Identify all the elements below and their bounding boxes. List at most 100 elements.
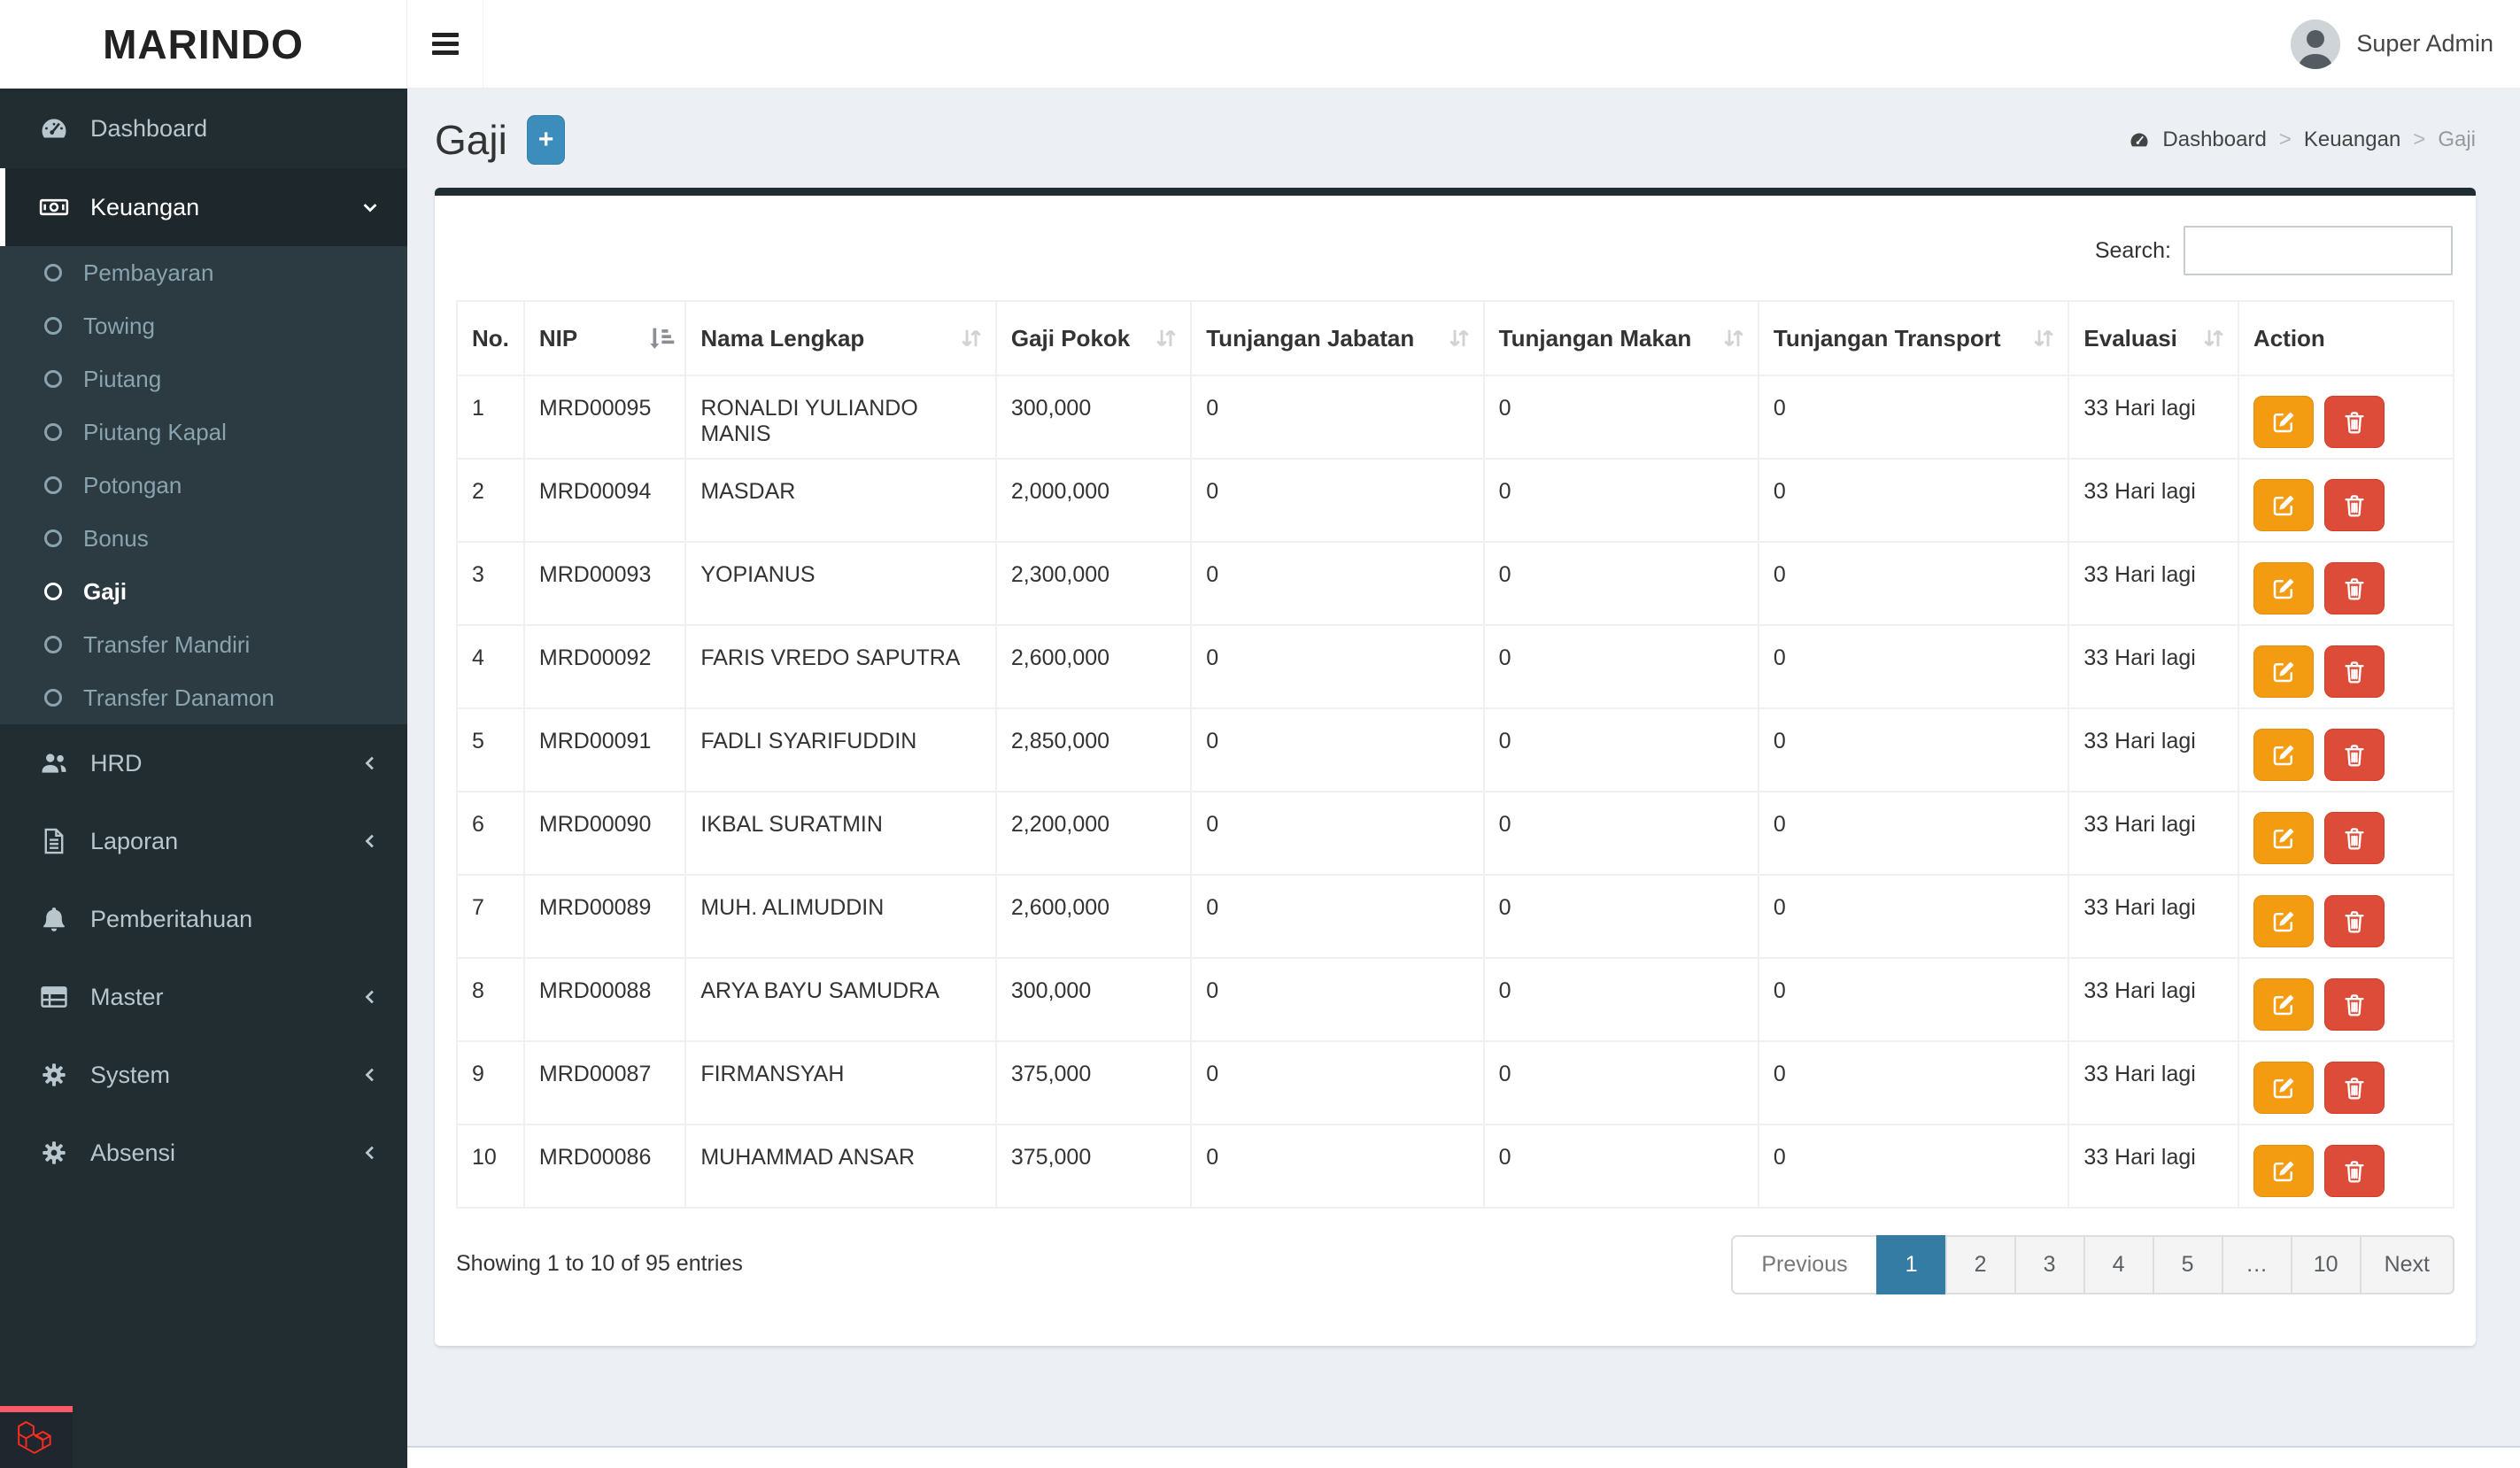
footer: Copyright © 2023 PT. PELAYARAN MARINDO P… <box>407 1446 2520 1468</box>
edit-button[interactable] <box>2253 1062 2314 1114</box>
table-row: 7 MRD00089 MUH. ALIMUDDIN 2,600,000 0 0 … <box>456 874 2455 959</box>
col-tunjangan-transport[interactable]: Tunjangan Transport <box>1757 300 2070 376</box>
cell-evaluasi: 33 Hari lagi <box>2068 624 2239 709</box>
col-nama-lengkap[interactable]: Nama Lengkap <box>684 300 997 376</box>
pagination-page-10[interactable]: 10 <box>2290 1235 2362 1294</box>
edit-button[interactable] <box>2253 645 2314 698</box>
submenu-item-piutang[interactable]: Piutang <box>0 352 407 406</box>
submenu-item-gaji[interactable]: Gaji <box>0 565 407 618</box>
col-label: Gaji Pokok <box>1010 324 1131 352</box>
col-tunjangan-jabatan[interactable]: Tunjangan Jabatan <box>1190 300 1485 376</box>
debugbar-toggle[interactable] <box>0 1406 73 1468</box>
pagination-previous[interactable]: Previous <box>1731 1235 1878 1294</box>
col-gaji-pokok[interactable]: Gaji Pokok <box>994 300 1193 376</box>
edit-button[interactable] <box>2253 729 2314 781</box>
col-label: Nama Lengkap <box>700 324 865 352</box>
trash-icon <box>2345 1160 2364 1182</box>
sidebar-item-absensi[interactable]: Absensi <box>0 1114 407 1192</box>
edit-button[interactable] <box>2253 479 2314 531</box>
cell-no: 10 <box>456 1124 525 1209</box>
delete-button[interactable] <box>2323 978 2385 1031</box>
delete-button[interactable] <box>2323 1062 2385 1114</box>
cell-nama: FARIS VREDO SAPUTRA <box>684 624 997 709</box>
pagination-page-5[interactable]: 5 <box>2152 1235 2223 1294</box>
edit-button[interactable] <box>2253 1145 2314 1197</box>
sort-up-down-icon <box>1724 329 1743 347</box>
sidebar-item-pemberitahuan[interactable]: Pemberitahuan <box>0 880 407 958</box>
edit-button[interactable] <box>2253 812 2314 864</box>
pagination-page-3[interactable]: 3 <box>2014 1235 2085 1294</box>
sidebar-item-keuangan[interactable]: Keuangan <box>0 168 407 246</box>
submenu-item-pembayaran[interactable]: Pembayaran <box>0 246 407 299</box>
table-row: 1 MRD00095 RONALDI YULIANDO MANIS 300,00… <box>456 375 2455 460</box>
delete-button[interactable] <box>2323 645 2385 698</box>
cell-tunjangan-transport: 0 <box>1757 707 2070 792</box>
file-icon <box>44 828 64 854</box>
submenu-item-potongan[interactable]: Potongan <box>0 459 407 512</box>
sidebar-item-label: Dashboard <box>90 114 208 142</box>
pagination-page-2[interactable]: 2 <box>1944 1235 2016 1294</box>
edit-button[interactable] <box>2253 895 2314 947</box>
delete-button[interactable] <box>2323 895 2385 947</box>
pagination-page-1[interactable]: 1 <box>1875 1235 1947 1294</box>
brand-logo[interactable]: MARINDO <box>0 0 407 89</box>
cell-tunjangan-transport: 0 <box>1757 1124 2070 1209</box>
delete-button[interactable] <box>2323 1145 2385 1197</box>
submenu-item-piutang-kapal[interactable]: Piutang Kapal <box>0 406 407 459</box>
edit-button[interactable] <box>2253 978 2314 1031</box>
pagination-next[interactable]: Next <box>2359 1235 2454 1294</box>
circle-icon <box>44 370 62 388</box>
cell-tunjangan-jabatan: 0 <box>1190 1124 1485 1209</box>
search-input[interactable] <box>2184 226 2453 275</box>
gear-icon <box>43 1063 66 1086</box>
delete-button[interactable] <box>2323 479 2385 531</box>
money-icon <box>39 198 69 216</box>
breadcrumb-dashboard[interactable]: Dashboard <box>2162 127 2266 152</box>
submenu-item-bonus[interactable]: Bonus <box>0 512 407 565</box>
submenu-item-towing[interactable]: Towing <box>0 299 407 352</box>
sidebar-item-laporan[interactable]: Laporan <box>0 802 407 880</box>
submenu-label: Piutang Kapal <box>83 418 227 445</box>
trash-icon <box>2345 744 2364 766</box>
cell-nip: MRD00089 <box>522 874 687 959</box>
delete-button[interactable] <box>2323 396 2385 448</box>
col-nip[interactable]: NIP <box>522 300 687 376</box>
table-icon <box>41 986 67 1008</box>
cell-no: 2 <box>456 458 525 543</box>
add-button[interactable]: + <box>526 115 566 165</box>
user-menu[interactable]: Super Admin <box>2291 19 2520 69</box>
delete-button[interactable] <box>2323 562 2385 614</box>
circle-icon <box>44 476 62 494</box>
cell-nip: MRD00093 <box>522 541 687 626</box>
submenu-item-transfer-danamon[interactable]: Transfer Danamon <box>0 671 407 724</box>
sidebar-toggle-button[interactable] <box>407 0 483 88</box>
delete-button[interactable] <box>2323 812 2385 864</box>
breadcrumb-keuangan[interactable]: Keuangan <box>2304 127 2400 152</box>
delete-button[interactable] <box>2323 729 2385 781</box>
sort-up-down-icon <box>2034 329 2054 347</box>
col-label: Tunjangan Makan <box>1498 324 1692 352</box>
user-name: Super Admin <box>2356 30 2493 57</box>
submenu-item-transfer-mandiri[interactable]: Transfer Mandiri <box>0 618 407 671</box>
cell-tunjangan-jabatan: 0 <box>1190 624 1485 709</box>
cell-tunjangan-makan: 0 <box>1482 375 1759 460</box>
sidebar-item-master[interactable]: Master <box>0 958 407 1036</box>
edit-button[interactable] <box>2253 396 2314 448</box>
pencil-square-icon <box>2273 911 2294 931</box>
submenu-label: Pembayaran <box>83 259 214 286</box>
cell-nip: MRD00087 <box>522 1040 687 1125</box>
cell-nama: MUH. ALIMUDDIN <box>684 874 997 959</box>
breadcrumb-separator: > <box>2278 127 2292 151</box>
sort-up-down-icon <box>1449 329 1469 347</box>
cell-evaluasi: 33 Hari lagi <box>2068 375 2239 460</box>
sidebar-item-dashboard[interactable]: Dashboard <box>0 89 407 168</box>
sidebar-item-hrd[interactable]: HRD <box>0 724 407 802</box>
pencil-square-icon <box>2273 495 2294 515</box>
col-evaluasi[interactable]: Evaluasi <box>2068 300 2239 376</box>
cell-evaluasi: 33 Hari lagi <box>2068 458 2239 543</box>
sidebar-item-label: Laporan <box>90 827 179 854</box>
edit-button[interactable] <box>2253 562 2314 614</box>
pagination-page-4[interactable]: 4 <box>2083 1235 2154 1294</box>
sidebar-item-system[interactable]: System <box>0 1036 407 1114</box>
col-tunjangan-makan[interactable]: Tunjangan Makan <box>1482 300 1759 376</box>
